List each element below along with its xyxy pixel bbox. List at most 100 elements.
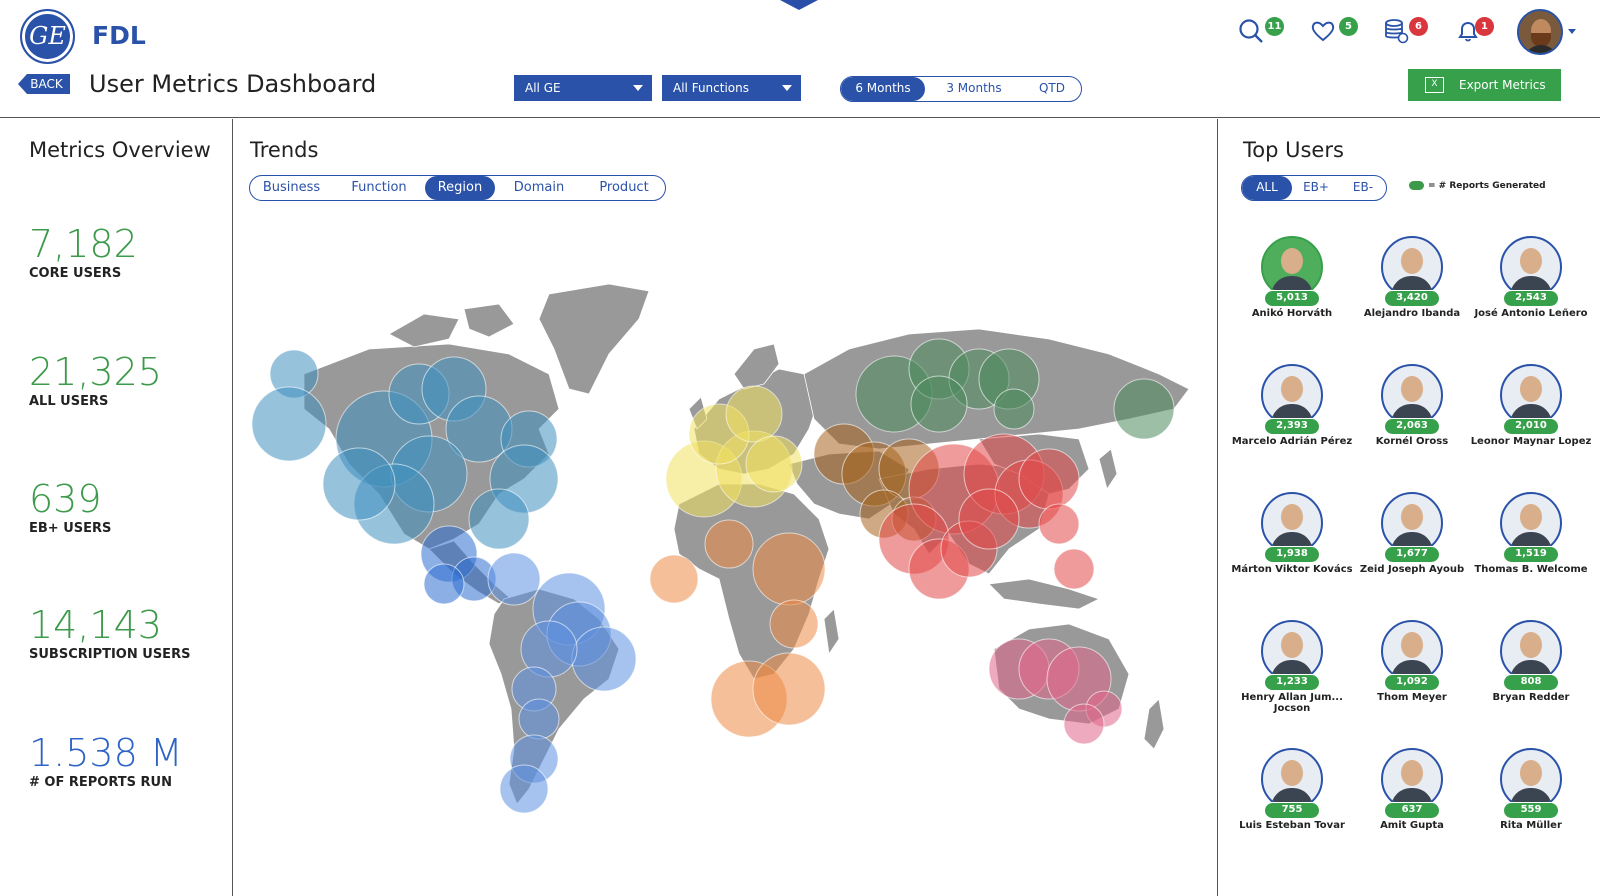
filter-eb-minus[interactable]: EB- [1340, 176, 1386, 200]
region-bubble-south-america[interactable] [487, 552, 541, 606]
region-bubble-africa[interactable] [704, 519, 754, 569]
region-bubble-south-america[interactable] [518, 698, 560, 740]
top-user-card[interactable]: 1,092 Thom Meyer [1350, 620, 1470, 740]
export-metrics-button[interactable]: X Export Metrics [1408, 69, 1561, 101]
tab-region[interactable]: Region [425, 176, 495, 200]
top-user-card[interactable]: 5,013 Anikó Horváth [1230, 236, 1350, 356]
region-bubble-europe[interactable] [725, 385, 783, 443]
avatar-menu-chevron-icon[interactable] [1568, 29, 1576, 34]
metrics-overview-title: Metrics Overview [29, 138, 211, 162]
top-users-title: Top Users [1243, 138, 1344, 162]
region-bubble-russia[interactable] [1113, 378, 1175, 440]
user-face-icon [1281, 504, 1303, 530]
time-option-qtd[interactable]: QTD [1023, 77, 1081, 101]
region-bubble-south-america[interactable] [499, 764, 549, 814]
user-face-icon [1281, 248, 1303, 274]
top-user-card[interactable]: 755 Luis Esteban Tovar [1230, 748, 1350, 868]
time-option-6-months[interactable]: 6 Months [841, 77, 925, 101]
metric-subscription-users: 14,143 SUBSCRIPTION USERS [29, 603, 191, 662]
reports-count-badge: 1,938 [1264, 546, 1320, 563]
top-user-card[interactable]: 1,519 Thomas B. Welcome [1469, 492, 1589, 612]
user-name: Thom Meyer [1377, 692, 1447, 703]
region-bubble-asia[interactable] [1038, 503, 1080, 545]
app-header: GE FDL BACK User Metrics Dashboard All G… [0, 0, 1600, 118]
user-photo [1261, 236, 1323, 298]
user-face-icon [1520, 760, 1542, 786]
user-photo [1381, 620, 1443, 682]
user-face-icon [1401, 504, 1423, 530]
top-user-card[interactable]: 808 Bryan Redder [1469, 620, 1589, 740]
region-bubble-africa[interactable] [752, 532, 826, 606]
region-bubble-north-america[interactable] [251, 386, 327, 462]
region-bubble-north-america[interactable] [468, 488, 530, 550]
top-user-card[interactable]: 1,938 Márton Viktor Kovács [1230, 492, 1353, 612]
reports-generated-legend: = # Reports Generated [1409, 181, 1546, 191]
user-face-icon [1281, 376, 1303, 402]
reports-count-badge: 1,233 [1264, 674, 1320, 691]
region-bubble-africa[interactable] [752, 652, 826, 726]
reports-count-badge: 5,013 [1264, 290, 1320, 307]
top-user-card[interactable]: 2,010 Leonor Maynar Lopez [1469, 364, 1591, 484]
user-photo [1261, 364, 1323, 426]
time-option-3-months[interactable]: 3 Months [925, 77, 1023, 101]
user-name: Amit Gupta [1380, 820, 1444, 831]
tab-product[interactable]: Product [583, 176, 665, 200]
search-icon[interactable] [1238, 18, 1268, 48]
region-bubble-central-america[interactable] [423, 563, 465, 605]
tab-function[interactable]: Function [333, 176, 425, 200]
top-user-card[interactable]: 2,543 José Antonio Leñero [1469, 236, 1589, 356]
filter-eb-plus[interactable]: EB+ [1292, 176, 1340, 200]
tab-business[interactable]: Business [250, 176, 333, 200]
user-face-icon [1281, 760, 1303, 786]
tab-domain[interactable]: Domain [495, 176, 583, 200]
user-name: Thomas B. Welcome [1474, 564, 1588, 575]
trend-dimension-tabs: Business Function Region Domain Product [249, 175, 666, 201]
user-name: Bryan Redder [1492, 692, 1570, 703]
business-filter-dropdown[interactable]: All GE [514, 75, 652, 101]
reports-count-badge: 6 [1409, 17, 1428, 36]
user-face-icon [1520, 632, 1542, 658]
user-photo [1500, 492, 1562, 554]
user-photo [1381, 492, 1443, 554]
region-usage-world-map[interactable] [249, 279, 1217, 889]
region-bubble-africa[interactable] [649, 554, 699, 604]
region-bubble-asia[interactable] [1018, 448, 1080, 510]
region-bubble-africa[interactable] [769, 599, 819, 649]
top-user-card[interactable]: 1,233 Henry Allan Jum... Jocson [1230, 620, 1350, 740]
region-bubble-oceania[interactable] [1063, 703, 1105, 745]
region-bubble-russia[interactable] [910, 375, 968, 433]
reports-count-badge: 3,420 [1384, 290, 1440, 307]
top-user-card[interactable]: 1,677 Zeid Joseph Ayoub [1350, 492, 1470, 612]
function-filter-dropdown[interactable]: All Functions [662, 75, 801, 101]
collapse-notch-icon[interactable] [780, 0, 818, 10]
reports-count-badge: 2,063 [1384, 418, 1440, 435]
app-name: FDL [92, 21, 146, 50]
user-photo [1261, 748, 1323, 810]
top-user-card[interactable]: 2,393 Marcelo Adrián Pérez [1230, 364, 1352, 484]
heart-icon[interactable] [1310, 18, 1340, 48]
region-bubble-russia[interactable] [993, 388, 1035, 430]
region-bubble-asia[interactable] [1053, 548, 1095, 590]
top-user-card[interactable]: 3,420 Alejandro Ibanda [1350, 236, 1470, 356]
user-face-icon [1520, 248, 1542, 274]
reports-count-badge: 2,543 [1503, 290, 1559, 307]
filter-all[interactable]: ALL [1242, 176, 1292, 200]
user-name: Márton Viktor Kovács [1231, 564, 1353, 575]
favorites-count-badge: 5 [1339, 17, 1358, 36]
region-bubble-europe[interactable] [745, 435, 803, 493]
user-name: Kornél Oross [1375, 436, 1449, 447]
top-user-card[interactable]: 2,063 Kornél Oross [1350, 364, 1470, 484]
region-bubble-south-america[interactable] [571, 626, 637, 692]
region-bubble-asia[interactable] [958, 488, 1020, 550]
back-button[interactable]: BACK [18, 74, 70, 94]
user-face-icon [1401, 248, 1423, 274]
legend-swatch [1409, 181, 1424, 190]
top-user-card[interactable]: 637 Amit Gupta [1350, 748, 1470, 868]
region-bubble-north-america[interactable] [322, 447, 396, 521]
reports-count-badge: 559 [1503, 802, 1559, 819]
business-filter-value: All GE [525, 81, 561, 95]
top-user-card[interactable]: 559 Rita Müller [1469, 748, 1589, 868]
user-avatar[interactable] [1517, 9, 1563, 55]
user-photo [1381, 364, 1443, 426]
metric-all-users: 21,325 ALL USERS [29, 350, 162, 409]
